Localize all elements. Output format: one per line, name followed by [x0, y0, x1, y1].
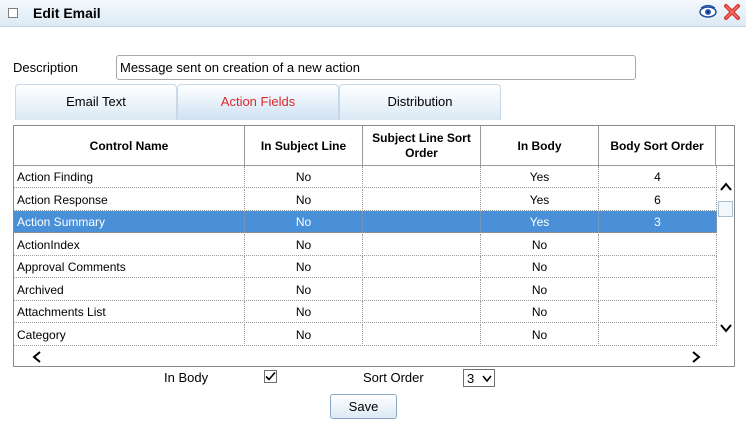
cell-control-name: ActionIndex	[14, 233, 245, 256]
cell-in-subject-line: No	[245, 166, 363, 188]
action-fields-grid: Control Name In Subject Line Subject Lin…	[13, 125, 735, 367]
cell-in-body: No	[481, 278, 599, 301]
cell-in-subject-line: No	[245, 301, 363, 323]
cell-control-name: Approval Comments	[14, 256, 245, 278]
chevron-down-icon	[482, 375, 492, 383]
cell-body-sort-order	[599, 256, 717, 278]
scroll-up-icon[interactable]	[720, 182, 732, 192]
table-row[interactable]: Action Finding No Yes 4	[14, 166, 717, 188]
scroll-left-icon[interactable]	[32, 351, 42, 363]
cell-subject-sort-order	[363, 278, 481, 301]
cell-control-name: Attachments List	[14, 301, 245, 323]
table-row[interactable]: Category No No	[14, 323, 717, 346]
cell-subject-sort-order	[363, 301, 481, 323]
cell-body-sort-order	[599, 233, 717, 256]
table-row[interactable]: Approval Comments No No	[14, 256, 717, 278]
column-header-subject-sort-order[interactable]: Subject Line Sort Order	[363, 126, 481, 166]
description-input[interactable]	[116, 55, 636, 80]
table-row[interactable]: Archived No No	[14, 278, 717, 301]
cell-body-sort-order	[599, 301, 717, 323]
horizontal-scrollbar[interactable]	[14, 346, 734, 366]
cell-in-subject-line: No	[245, 233, 363, 256]
scroll-right-icon[interactable]	[691, 351, 701, 363]
sort-order-value: 3	[467, 371, 475, 386]
save-button[interactable]: Save	[330, 394, 397, 419]
window-icon	[8, 8, 18, 18]
in-body-checkbox[interactable]	[264, 370, 277, 383]
column-header-in-subject-line[interactable]: In Subject Line	[245, 126, 363, 166]
cell-in-subject-line: No	[245, 211, 363, 233]
cell-in-body: Yes	[481, 211, 599, 233]
cell-body-sort-order: 3	[599, 211, 717, 233]
cell-subject-sort-order	[363, 211, 481, 233]
tab-email-text[interactable]: Email Text	[15, 84, 177, 120]
table-row[interactable]: Attachments List No No	[14, 301, 717, 323]
cell-subject-sort-order	[363, 233, 481, 256]
grid-header: Control Name In Subject Line Subject Lin…	[14, 126, 734, 166]
scrollbar-thumb[interactable]	[718, 201, 733, 217]
cell-control-name: Category	[14, 323, 245, 346]
close-icon[interactable]	[723, 3, 741, 21]
cell-body-sort-order: 4	[599, 166, 717, 188]
sort-order-label: Sort Order	[363, 370, 424, 385]
cell-control-name: Action Finding	[14, 166, 245, 188]
cell-in-subject-line: No	[245, 278, 363, 301]
column-header-control-name[interactable]: Control Name	[14, 126, 245, 166]
cell-in-body: No	[481, 233, 599, 256]
cell-control-name: Archived	[14, 278, 245, 301]
scroll-down-icon[interactable]	[720, 323, 732, 333]
cell-in-body: Yes	[481, 188, 599, 211]
cell-subject-sort-order	[363, 256, 481, 278]
cell-subject-sort-order	[363, 323, 481, 346]
tab-distribution[interactable]: Distribution	[339, 84, 501, 120]
column-header-in-body[interactable]: In Body	[481, 126, 599, 166]
cell-in-body: No	[481, 256, 599, 278]
vertical-scrollbar[interactable]	[717, 166, 734, 346]
cell-in-subject-line: No	[245, 323, 363, 346]
cell-in-subject-line: No	[245, 256, 363, 278]
cell-body-sort-order	[599, 323, 717, 346]
table-row[interactable]: ActionIndex No No	[14, 233, 717, 256]
cell-in-subject-line: No	[245, 188, 363, 211]
cell-body-sort-order: 6	[599, 188, 717, 211]
table-row[interactable]: Action Summary No Yes 3	[14, 211, 717, 233]
cell-in-body: No	[481, 301, 599, 323]
cell-control-name: Action Response	[14, 188, 245, 211]
cell-body-sort-order	[599, 278, 717, 301]
eye-icon[interactable]	[699, 4, 717, 20]
cell-subject-sort-order	[363, 166, 481, 188]
window-title: Edit Email	[33, 5, 101, 21]
check-icon	[265, 371, 276, 381]
description-label: Description	[13, 60, 79, 75]
in-body-label: In Body	[164, 370, 209, 385]
table-row[interactable]: Action Response No Yes 6	[14, 188, 717, 211]
column-header-body-sort-order[interactable]: Body Sort Order	[599, 126, 716, 166]
cell-subject-sort-order	[363, 188, 481, 211]
sort-order-select[interactable]: 3	[463, 369, 495, 387]
cell-in-body: Yes	[481, 166, 599, 188]
cell-in-body: No	[481, 323, 599, 346]
title-bar: Edit Email	[0, 0, 746, 27]
tab-action-fields[interactable]: Action Fields	[177, 84, 339, 120]
cell-control-name: Action Summary	[14, 211, 245, 233]
